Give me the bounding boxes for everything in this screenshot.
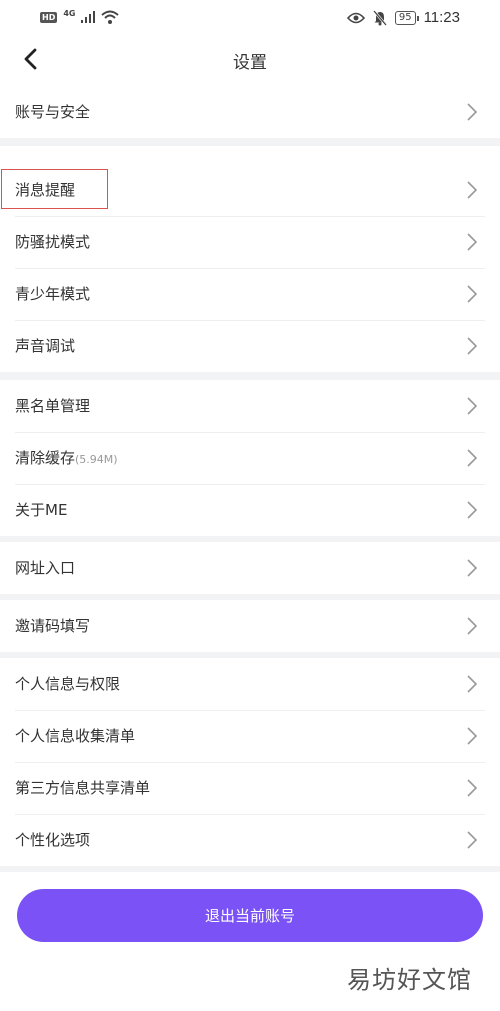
settings-item-blacklist[interactable]: 黑名单管理 — [0, 380, 500, 432]
settings-item-label: 网址入口 — [15, 559, 76, 577]
signal-icon — [81, 11, 96, 23]
settings-group-account: 账号与安全 — [0, 86, 500, 138]
chevron-right-icon — [467, 397, 478, 415]
network-type: 4G — [63, 8, 76, 18]
settings-group-privacy: 黑名单管理 清除缓存(5.94M) 关于ME — [0, 380, 500, 536]
settings-item-personalization[interactable]: 个性化选项 — [0, 814, 500, 866]
highlight-box — [1, 169, 108, 209]
chevron-right-icon — [467, 501, 478, 519]
hd-badge: HD — [40, 11, 58, 23]
title-bar: 设置 — [0, 36, 500, 84]
settings-item-account-security[interactable]: 账号与安全 — [0, 86, 500, 138]
settings-item-anti-harassment[interactable]: 防骚扰模式 — [0, 216, 500, 268]
settings-item-info-collection-list[interactable]: 个人信息收集清单 — [0, 710, 500, 762]
settings-group-invite: 邀请码填写 — [0, 600, 500, 652]
settings-item-label: 青少年模式 — [15, 285, 91, 303]
settings-item-url-entry[interactable]: 网址入口 — [0, 542, 500, 594]
wifi-icon — [101, 10, 120, 24]
chevron-right-icon — [467, 675, 478, 693]
settings-group-personal-info: 个人信息与权限 个人信息收集清单 第三方信息共享清单 个性化选项 — [0, 658, 500, 866]
settings-item-label: 声音调试 — [15, 337, 76, 355]
clock: 11:23 — [423, 9, 460, 26]
settings-group-url: 网址入口 — [0, 542, 500, 594]
settings-item-label: 邀请码填写 — [15, 617, 91, 635]
status-left: HD 4G — [40, 8, 120, 24]
settings-item-third-party-sharing[interactable]: 第三方信息共享清单 — [0, 762, 500, 814]
clear-cache-label: 清除缓存 — [15, 449, 76, 467]
chevron-right-icon — [467, 103, 478, 121]
chevron-right-icon — [467, 831, 478, 849]
settings-item-invite-code[interactable]: 邀请码填写 — [0, 600, 500, 652]
settings-item-label: 防骚扰模式 — [15, 233, 91, 251]
watermark: 易坊好文馆 — [347, 966, 472, 994]
chevron-right-icon — [467, 337, 478, 355]
settings-item-label: 个人信息收集清单 — [15, 727, 136, 745]
settings-item-teen-mode[interactable]: 青少年模式 — [0, 268, 500, 320]
section-divider — [0, 866, 500, 872]
chevron-right-icon — [467, 727, 478, 745]
settings-item-label: 第三方信息共享清单 — [15, 779, 151, 797]
chevron-right-icon — [467, 233, 478, 251]
chevron-right-icon — [467, 285, 478, 303]
settings-item-label: 黑名单管理 — [15, 397, 91, 415]
settings-item-label: 账号与安全 — [15, 103, 91, 121]
chevron-right-icon — [467, 779, 478, 797]
settings-item-label: 个人信息与权限 — [15, 675, 121, 693]
chevron-right-icon — [467, 617, 478, 635]
settings-item-label: 个性化选项 — [15, 831, 91, 849]
status-right: 95 11:23 — [346, 9, 460, 26]
section-divider — [0, 138, 500, 146]
status-bar: HD 4G 95 11:23 — [0, 0, 500, 36]
logout-button[interactable]: 退出当前账号 — [17, 889, 483, 942]
section-divider — [0, 372, 500, 380]
settings-item-clear-cache[interactable]: 清除缓存(5.94M) — [0, 432, 500, 484]
cache-size: (5.94M) — [75, 453, 118, 466]
eye-icon — [346, 12, 365, 23]
battery-indicator: 95 — [394, 10, 419, 25]
settings-item-label: 清除缓存(5.94M) — [15, 432, 118, 486]
page-title: 设置 — [233, 53, 267, 73]
chevron-right-icon — [467, 559, 478, 577]
bell-off-icon — [372, 9, 387, 26]
settings-item-about[interactable]: 关于ME — [0, 484, 500, 536]
settings-item-sound-test[interactable]: 声音调试 — [0, 320, 500, 372]
settings-item-label: 关于ME — [15, 501, 68, 519]
chevron-right-icon — [467, 449, 478, 467]
chevron-right-icon — [467, 181, 478, 199]
settings-item-personal-info-permissions[interactable]: 个人信息与权限 — [0, 658, 500, 710]
